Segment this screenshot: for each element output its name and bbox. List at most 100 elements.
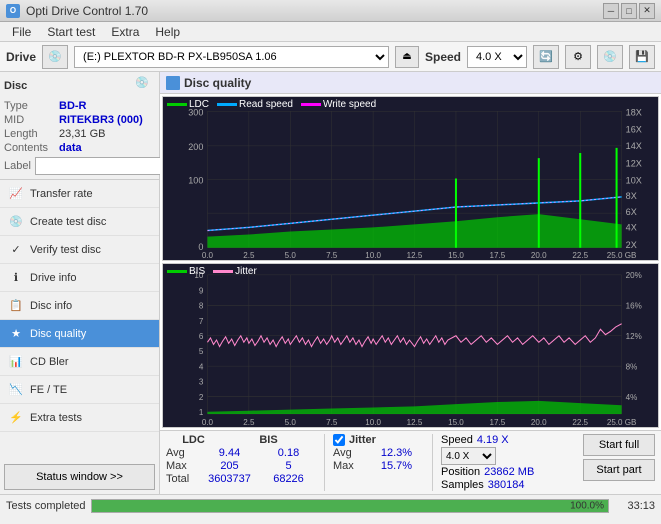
settings-icon[interactable]: ⚙ xyxy=(565,45,591,69)
sidebar-item-create-test-disc[interactable]: 💿 Create test disc xyxy=(0,208,159,236)
minimize-button[interactable]: ─ xyxy=(603,3,619,19)
disc-quality-icon: ★ xyxy=(8,326,24,342)
drive-select[interactable]: (E:) PLEXTOR BD-R PX-LB950SA 1.06 xyxy=(74,46,389,68)
disc-length-label: Length xyxy=(4,128,59,140)
menu-extra[interactable]: Extra xyxy=(103,23,147,41)
sidebar: Disc 💿 Type BD-R MID RITEKBR3 (000) Leng… xyxy=(0,72,160,494)
stats-avg-row: Avg 9.44 0.18 xyxy=(166,447,316,459)
svg-text:5.0: 5.0 xyxy=(285,251,297,260)
bottom-chart-legend: BIS Jitter xyxy=(167,266,257,277)
sidebar-item-drive-info[interactable]: ℹ Drive info xyxy=(0,264,159,292)
svg-text:12.5: 12.5 xyxy=(407,417,423,427)
jitter-legend: Jitter xyxy=(213,266,257,277)
content-area: Disc quality LDC Read speed Wr xyxy=(160,72,661,494)
svg-text:5.0: 5.0 xyxy=(285,417,297,427)
svg-text:6X: 6X xyxy=(626,207,637,217)
svg-text:15.0: 15.0 xyxy=(448,417,464,427)
jitter-header: Jitter xyxy=(333,434,424,446)
start-part-button[interactable]: Start part xyxy=(583,459,655,481)
jitter-avg-label: Avg xyxy=(333,447,365,459)
menu-start-test[interactable]: Start test xyxy=(39,23,103,41)
extra-tests-label: Extra tests xyxy=(30,412,82,424)
disc-mid-row: MID RITEKBR3 (000) xyxy=(4,114,155,126)
menu-file[interactable]: File xyxy=(4,23,39,41)
disc-label-input[interactable] xyxy=(35,157,173,175)
bottom-bar: Tests completed 100.0% 33:13 xyxy=(0,494,661,516)
menu-bar: File Start test Extra Help xyxy=(0,22,661,42)
avg-bis-value: 0.18 xyxy=(261,447,316,459)
transfer-rate-icon: 📈 xyxy=(8,186,24,202)
disc-contents-label: Contents xyxy=(4,142,59,154)
samples-row: Samples 380184 xyxy=(441,479,534,491)
status-window-button[interactable]: Status window >> xyxy=(4,464,155,490)
speed-select[interactable]: 4.0 X xyxy=(467,46,527,68)
read-speed-legend-label: Read speed xyxy=(239,99,293,110)
status-window-label: Status window >> xyxy=(36,471,123,483)
svg-text:12.5: 12.5 xyxy=(407,251,423,260)
svg-text:25.0 GB: 25.0 GB xyxy=(607,417,637,427)
sidebar-item-cd-bler[interactable]: 📊 CD Bler xyxy=(0,348,159,376)
position-value: 23862 MB xyxy=(484,466,534,478)
sidebar-item-fe-te[interactable]: 📉 FE / TE xyxy=(0,376,159,404)
cd-bler-label: CD Bler xyxy=(30,356,69,368)
sidebar-item-verify-test-disc[interactable]: ✓ Verify test disc xyxy=(0,236,159,264)
stats-divider-1 xyxy=(324,434,325,491)
read-speed-legend-color xyxy=(217,103,237,106)
refresh-icon[interactable]: 🔄 xyxy=(533,45,559,69)
fe-te-icon: 📉 xyxy=(8,382,24,398)
avg-ldc-value: 9.44 xyxy=(202,447,257,459)
sidebar-item-disc-quality[interactable]: ★ Disc quality xyxy=(0,320,159,348)
jitter-legend-color xyxy=(213,270,233,273)
write-speed-legend-label: Write speed xyxy=(323,99,376,110)
bis-legend-color xyxy=(167,270,187,273)
jitter-checkbox[interactable] xyxy=(333,434,345,446)
close-button[interactable]: ✕ xyxy=(639,3,655,19)
sidebar-item-transfer-rate[interactable]: 📈 Transfer rate xyxy=(0,180,159,208)
svg-text:16X: 16X xyxy=(626,125,642,135)
svg-text:200: 200 xyxy=(188,142,203,152)
save-icon[interactable]: 💾 xyxy=(629,45,655,69)
title-bar-left: O Opti Drive Control 1.70 xyxy=(6,4,148,18)
disc-quality-label: Disc quality xyxy=(30,328,86,340)
bis-legend: BIS xyxy=(167,266,205,277)
sidebar-item-disc-info[interactable]: 📋 Disc info xyxy=(0,292,159,320)
app-icon: O xyxy=(6,4,20,18)
app-title: Opti Drive Control 1.70 xyxy=(26,4,148,18)
disc-mid-label: MID xyxy=(4,114,59,126)
write-speed-legend: Write speed xyxy=(301,99,376,110)
position-label: Position xyxy=(441,466,480,478)
speed-label: Speed xyxy=(425,50,461,64)
disc-length-row: Length 23,31 GB xyxy=(4,128,155,140)
svg-text:8X: 8X xyxy=(626,191,637,201)
drive-icon-btn[interactable]: 💿 xyxy=(42,45,68,69)
start-full-button[interactable]: Start full xyxy=(583,434,655,456)
speed-section: Speed 4.19 X 4.0 X Position 23862 MB Sam… xyxy=(441,434,534,491)
sidebar-item-extra-tests[interactable]: ⚡ Extra tests xyxy=(0,404,159,432)
main-layout: Disc 💿 Type BD-R MID RITEKBR3 (000) Leng… xyxy=(0,72,661,494)
stats-bar: LDC BIS Avg 9.44 0.18 Max 205 5 Total 36… xyxy=(160,430,661,494)
max-label: Max xyxy=(166,460,198,472)
stats-max-row: Max 205 5 xyxy=(166,460,316,472)
jitter-max-value: 15.7% xyxy=(369,460,424,472)
total-ldc-value: 3603737 xyxy=(202,473,257,485)
svg-text:4X: 4X xyxy=(626,222,637,232)
svg-text:15.0: 15.0 xyxy=(448,251,464,260)
svg-text:10.0: 10.0 xyxy=(365,417,381,427)
drive-label: Drive xyxy=(6,50,36,64)
disc-icon[interactable]: 💿 xyxy=(597,45,623,69)
menu-help[interactable]: Help xyxy=(147,23,188,41)
drive-info-label: Drive info xyxy=(30,272,76,284)
total-label: Total xyxy=(166,473,198,485)
svg-text:0.0: 0.0 xyxy=(202,251,214,260)
disc-info-section: Disc 💿 Type BD-R MID RITEKBR3 (000) Leng… xyxy=(0,72,159,180)
total-bis-value: 68226 xyxy=(261,473,316,485)
svg-text:0.0: 0.0 xyxy=(202,417,214,427)
eject-button[interactable]: ⏏ xyxy=(395,46,419,68)
speed-select-sm[interactable]: 4.0 X xyxy=(441,447,496,465)
maximize-button[interactable]: □ xyxy=(621,3,637,19)
svg-text:17.5: 17.5 xyxy=(490,251,506,260)
cd-bler-icon: 📊 xyxy=(8,354,24,370)
disc-label-row: Label 🔍 xyxy=(4,157,155,175)
jitter-col-header: Jitter xyxy=(349,434,376,446)
position-row: Position 23862 MB xyxy=(441,466,534,478)
